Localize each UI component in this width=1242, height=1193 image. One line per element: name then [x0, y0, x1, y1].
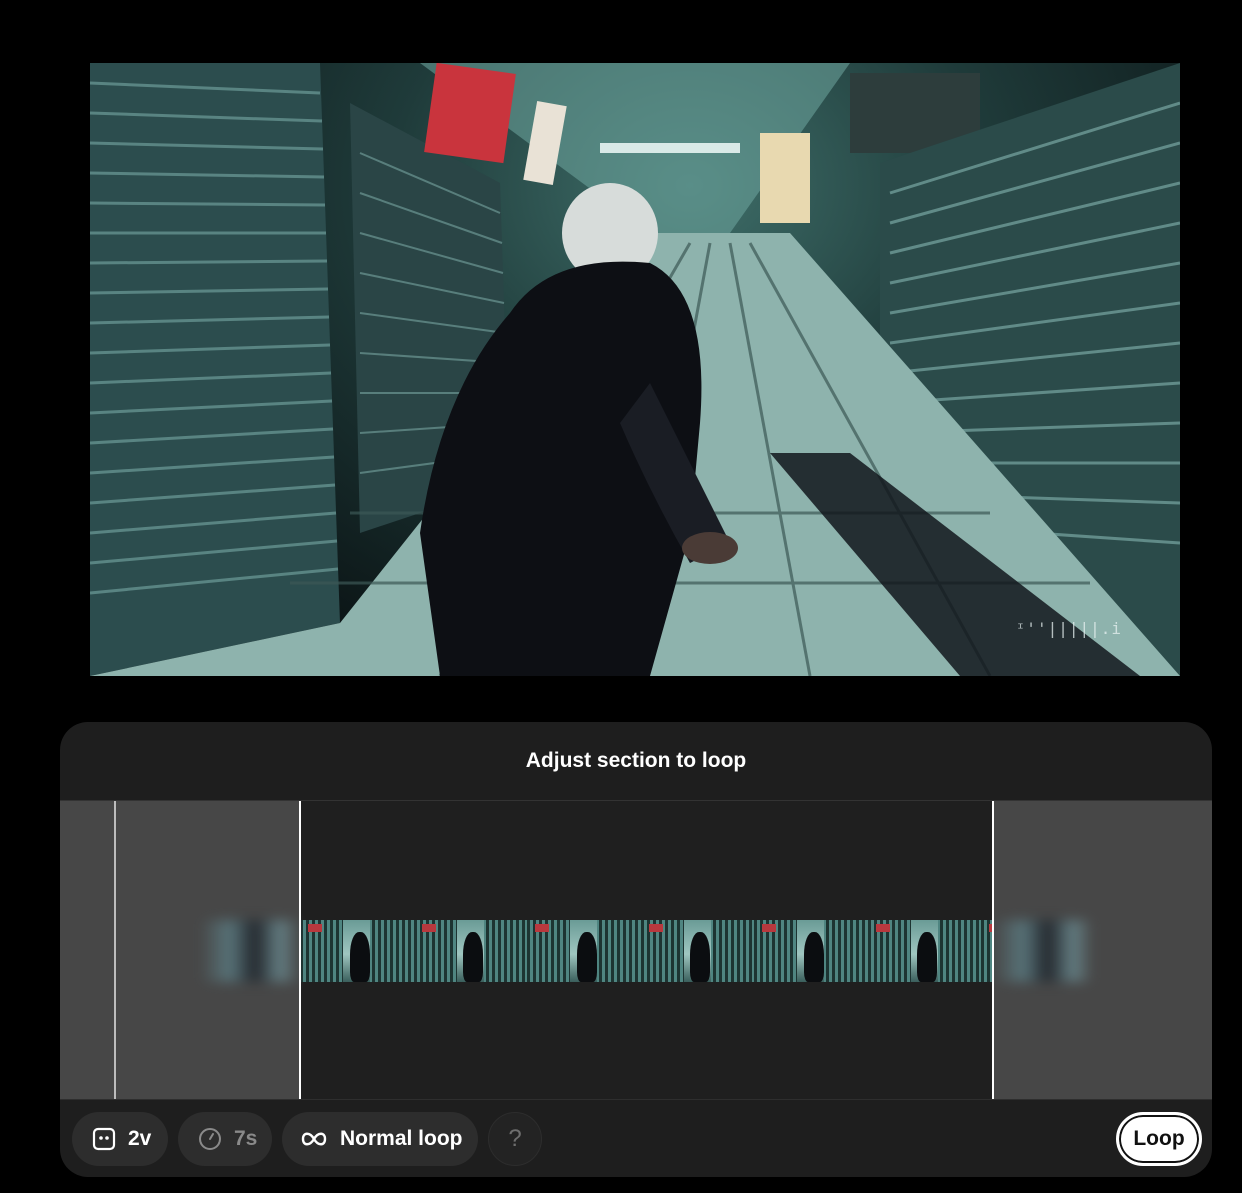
panel-title: Adjust section to loop: [60, 722, 1212, 801]
filmstrip-frame: [527, 920, 641, 982]
playhead[interactable]: [114, 801, 116, 1099]
filmstrip-frame: [640, 920, 754, 982]
loop-adjust-panel: Adjust section to loop 2v 7s Normal loop…: [60, 722, 1212, 1177]
duration-button[interactable]: 7s: [178, 1112, 272, 1166]
loop-timeline[interactable]: [60, 801, 1212, 1099]
filmstrip-frame: [867, 920, 981, 982]
loop-editor-page: ᶦ''|||||.i Adjust section to loop 2v 7s …: [0, 0, 1242, 1193]
loop-start-handle[interactable]: [299, 801, 301, 1099]
duration-label: 7s: [234, 1127, 258, 1150]
loop-mode-button[interactable]: Normal loop: [282, 1112, 478, 1166]
clock-icon: [198, 1127, 222, 1151]
filmstrip-frame: [981, 920, 992, 982]
help-label: ?: [508, 1125, 522, 1152]
loop-button[interactable]: Loop: [1116, 1112, 1202, 1166]
watermark: ᶦ''|||||.i: [1015, 619, 1122, 638]
loop-mode-label: Normal loop: [340, 1127, 463, 1150]
filmstrip-frame: [300, 920, 414, 982]
bottom-toolbar: 2v 7s Normal loop ? Loop: [60, 1099, 1212, 1177]
version-label: 2v: [128, 1127, 152, 1150]
face-square-icon: [92, 1127, 116, 1151]
video-preview[interactable]: ᶦ''|||||.i: [90, 63, 1180, 676]
filmstrip: [300, 920, 992, 982]
filmstrip-frame: [754, 920, 868, 982]
version-button[interactable]: 2v: [72, 1112, 168, 1166]
infinity-icon: [300, 1129, 328, 1149]
video-frame-illustration: [90, 63, 1180, 676]
filmstrip-frame: [413, 920, 527, 982]
filmstrip-ghost-left: [200, 920, 300, 982]
loop-end-handle[interactable]: [992, 801, 994, 1099]
help-button[interactable]: ?: [488, 1112, 542, 1166]
filmstrip-ghost-right: [993, 920, 1093, 982]
